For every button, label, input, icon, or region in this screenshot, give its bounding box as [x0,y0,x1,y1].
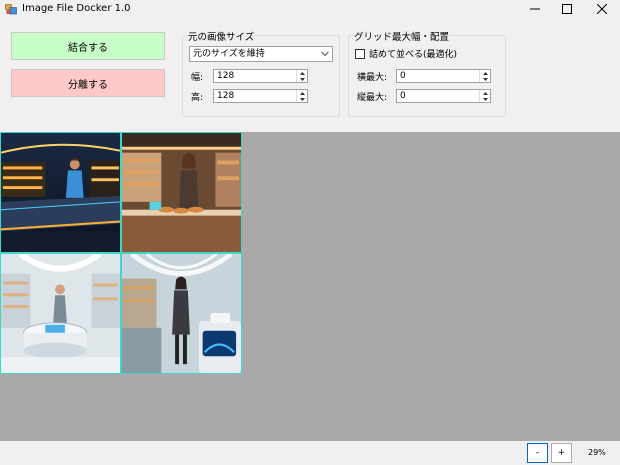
preview-canvas[interactable] [0,132,620,441]
settings-panel: 結合する 分離する 元の画像サイズ 元のサイズを維持 幅: 128 高: 128… [0,18,620,132]
arrow-down-icon [299,77,305,81]
zoom-level: 29% [588,448,606,457]
combine-button[interactable]: 結合する [11,32,165,60]
arrow-down-icon [482,77,488,81]
height-label: 高: [191,93,204,103]
store-image [122,254,241,373]
image-tile[interactable] [0,132,121,253]
bakery-image [122,133,241,252]
minimize-button[interactable] [518,0,552,18]
width-input[interactable]: 128 [213,69,308,83]
max-rows-label: 縦最大: [357,93,388,103]
window-title: Image File Docker 1.0 [22,3,131,14]
close-icon [597,4,607,14]
grid-layout-legend: グリッド最大幅・配置 [353,29,451,43]
maximize-button[interactable] [550,0,584,18]
image-tile[interactable] [121,253,242,374]
height-spinner[interactable] [296,90,307,102]
height-input[interactable]: 128 [213,89,308,103]
zoom-out-button[interactable]: - [527,443,548,463]
minimize-icon [530,8,540,10]
grid-layout-group: グリッド最大幅・配置 詰めて並べる(最適化) 横最大: 0 縦最大: 0 [348,29,506,117]
app-icon [5,4,17,15]
arrow-up-icon [299,71,305,75]
original-size-group: 元の画像サイズ 元のサイズを維持 幅: 128 高: 128 [182,29,340,117]
max-rows-input[interactable]: 0 [396,89,491,103]
maximize-icon [562,4,572,14]
height-down-button[interactable] [297,96,307,102]
size-mode-value: 元のサイズを維持 [193,49,265,59]
height-value: 128 [217,91,235,101]
width-spinner[interactable] [296,70,307,82]
width-value: 128 [217,71,235,81]
size-mode-dropdown[interactable]: 元のサイズを維持 [189,46,333,62]
pack-checkbox[interactable] [355,48,365,59]
image-tile[interactable] [121,132,242,253]
columns-down-button[interactable] [480,76,490,82]
rows-down-button[interactable] [480,96,490,102]
status-bar: - + 29% [0,441,620,465]
pack-option[interactable]: 詰めて並べる(最適化) [355,47,457,60]
pack-label: 詰めて並べる(最適化) [369,50,458,60]
width-down-button[interactable] [297,76,307,82]
max-rows-spinner[interactable] [479,90,490,102]
image-tile[interactable] [0,253,121,374]
arrow-down-icon [482,97,488,101]
title-bar: Image File Docker 1.0 [0,0,620,18]
max-columns-label: 横最大: [357,73,388,83]
arrow-up-icon [482,71,488,75]
arrow-up-icon [482,91,488,95]
chevron-down-icon [321,51,329,57]
store-image [1,254,120,373]
original-size-legend: 元の画像サイズ [187,29,256,43]
close-button[interactable] [585,0,619,18]
max-columns-input[interactable]: 0 [396,69,491,83]
arrow-down-icon [299,97,305,101]
max-columns-spinner[interactable] [479,70,490,82]
max-rows-value: 0 [400,91,406,101]
width-label: 幅: [191,73,204,83]
max-columns-value: 0 [400,71,406,81]
arrow-up-icon [299,91,305,95]
split-button[interactable]: 分離する [11,69,165,97]
bakery-image [1,133,120,252]
zoom-in-button[interactable]: + [551,443,572,463]
